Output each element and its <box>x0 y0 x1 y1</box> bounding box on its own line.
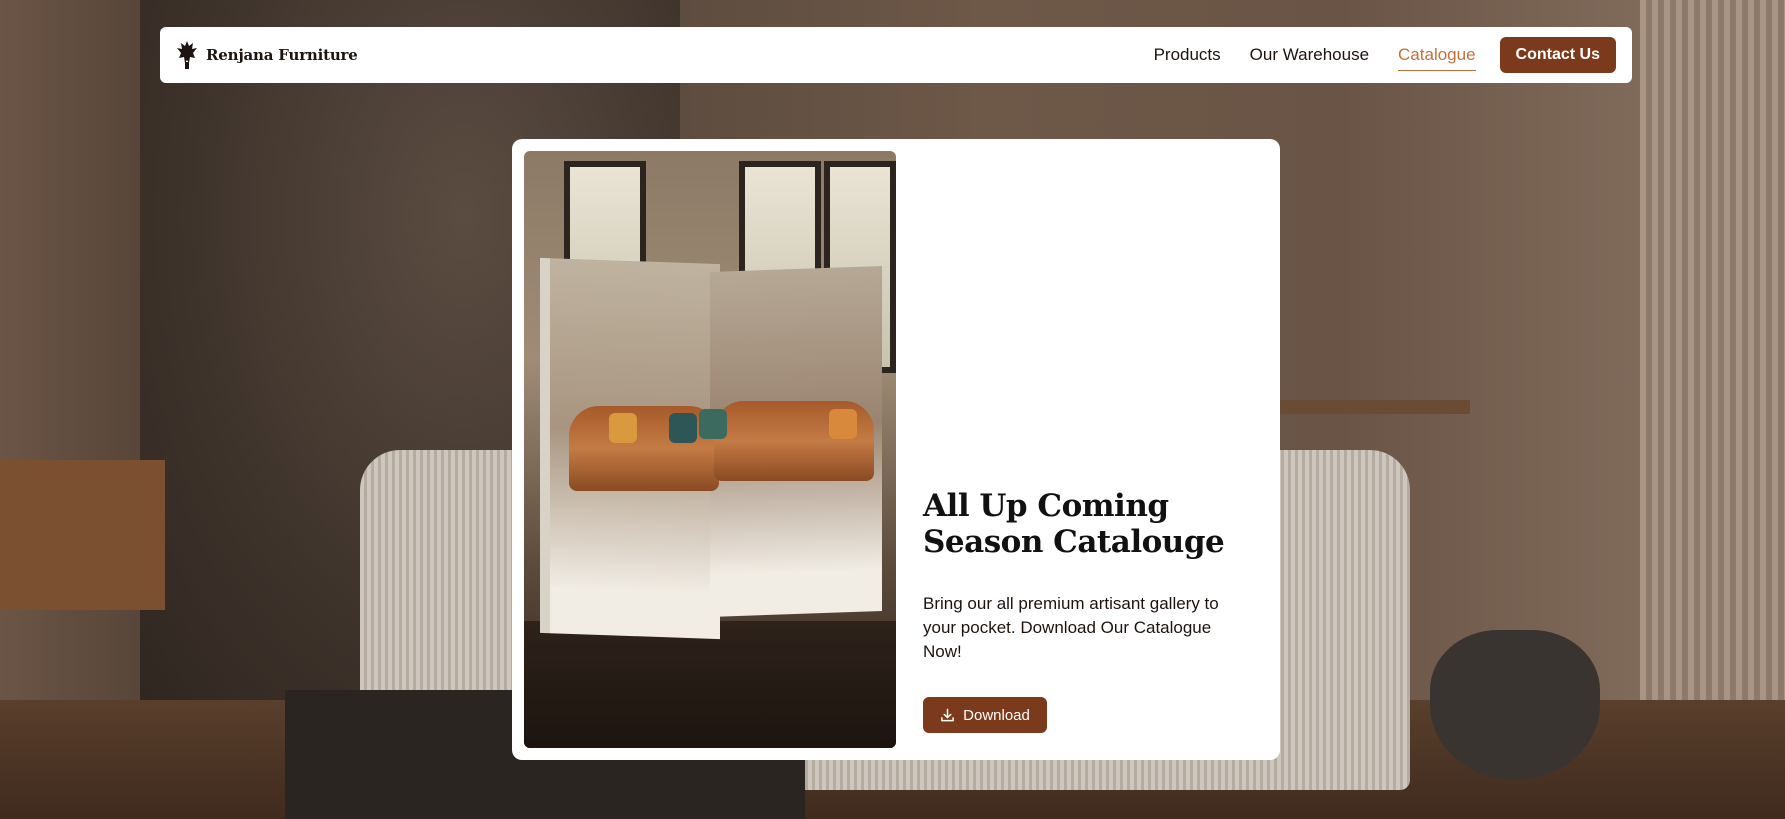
contact-us-button[interactable]: Contact Us <box>1499 37 1616 73</box>
main-nav: Products Our Warehouse Catalogue Contact… <box>1125 36 1616 74</box>
brand-logo[interactable]: Renjana Furniture <box>176 39 358 71</box>
furniture-crest-icon <box>177 41 197 69</box>
nav-link-our-warehouse[interactable]: Our Warehouse <box>1250 39 1369 71</box>
brand-name: Renjana Furniture <box>206 46 358 64</box>
wall-shelf <box>1275 400 1470 414</box>
image-pillow <box>669 413 697 443</box>
wooden-chair <box>0 460 165 610</box>
nav-link-catalogue[interactable]: Catalogue <box>1398 39 1476 71</box>
image-pillow <box>609 413 637 443</box>
catalogue-card: All Up Coming Season Catalouge Bring our… <box>512 139 1280 760</box>
image-pillow <box>829 409 857 439</box>
download-icon <box>941 708 955 721</box>
download-label: Download <box>963 706 1030 724</box>
catalogue-title: All Up Coming Season Catalouge <box>923 488 1225 560</box>
image-floor <box>524 621 896 748</box>
catalogue-book-image <box>524 151 896 748</box>
curtain <box>1640 0 1785 819</box>
plant-pot <box>1430 630 1600 780</box>
navbar: Renjana Furniture Products Our Warehouse… <box>160 27 1632 83</box>
catalogue-description: Bring our all premium artisant gallery t… <box>923 594 1219 661</box>
download-button[interactable]: Download <box>923 697 1047 733</box>
image-pillow <box>699 409 727 439</box>
nav-link-products[interactable]: Products <box>1154 39 1221 71</box>
